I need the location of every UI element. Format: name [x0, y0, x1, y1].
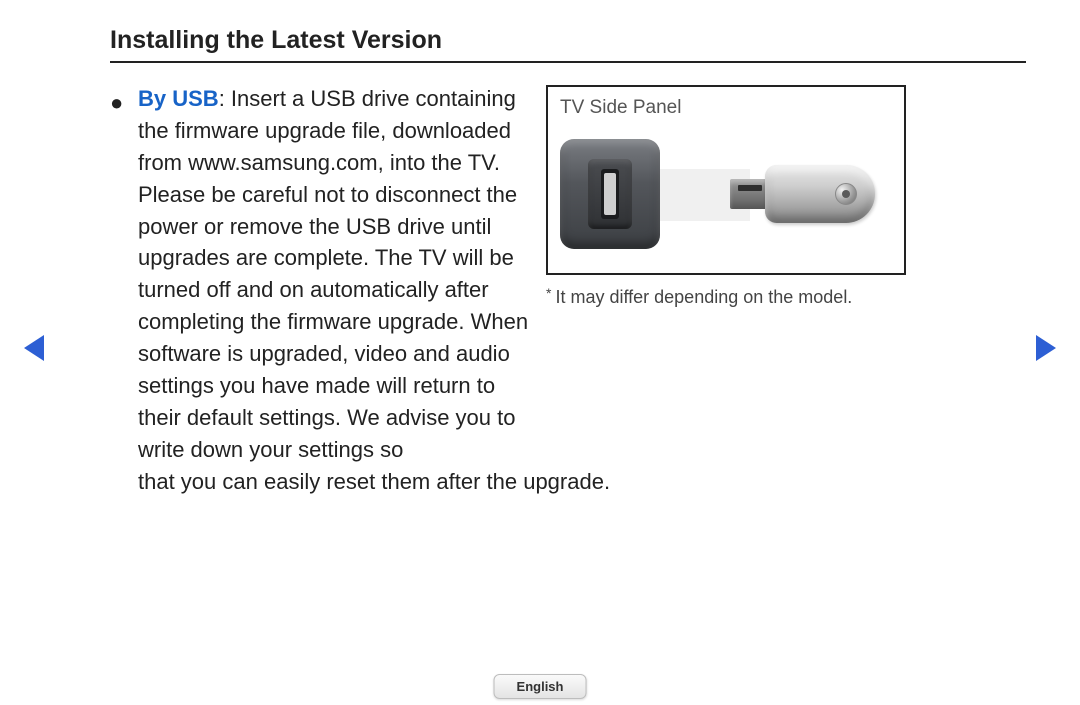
footnote-star-icon: * [546, 285, 551, 301]
content-row: ● By USB: Insert a USB drive containing … [110, 83, 1026, 466]
bullet-icon: ● [110, 92, 123, 114]
next-page-arrow-icon[interactable] [1036, 335, 1056, 361]
text-column: ● By USB: Insert a USB drive containing … [110, 83, 530, 466]
page-title: Installing the Latest Version [110, 26, 1026, 63]
bullet-body: : Insert a USB drive containing the firm… [138, 86, 528, 462]
usb-illustration [560, 129, 880, 259]
tv-usb-port-icon [560, 139, 660, 249]
usb-plug-icon [730, 179, 770, 209]
bullet-item: ● By USB: Insert a USB drive containing … [110, 83, 530, 466]
footnote: *It may differ depending on the model. [546, 287, 1026, 308]
prev-page-arrow-icon[interactable] [24, 335, 44, 361]
bullet-last-line: that you can easily reset them after the… [110, 466, 1026, 498]
side-column: TV Side Panel *It may differ depending o [546, 83, 1026, 308]
tv-side-panel-box: TV Side Panel [546, 85, 906, 275]
usb-drive-icon [765, 165, 875, 223]
bullet-term: By USB [138, 86, 219, 111]
language-button[interactable]: English [494, 674, 587, 699]
footnote-text: It may differ depending on the model. [555, 287, 852, 307]
panel-label: TV Side Panel [560, 97, 892, 119]
